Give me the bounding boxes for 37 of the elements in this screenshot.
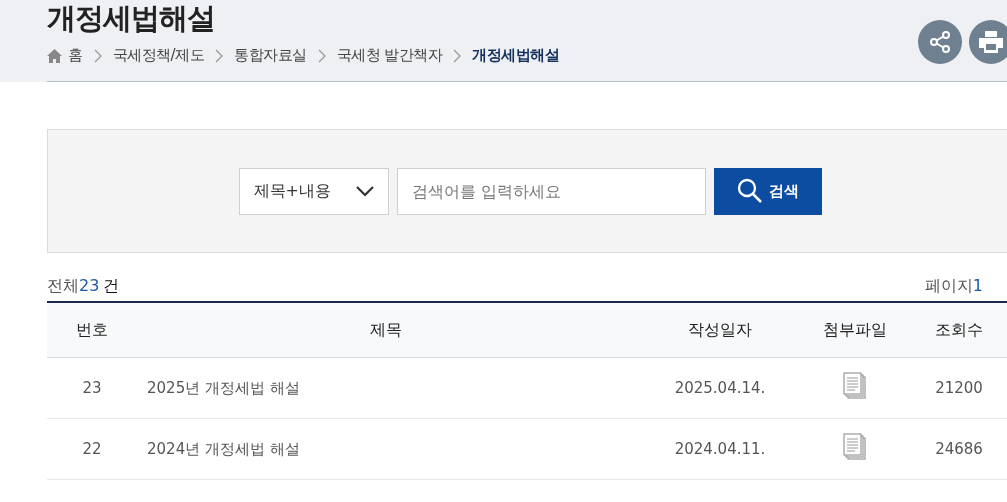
chevron-icon <box>453 48 462 63</box>
date-cell: 2025.04.14. <box>635 357 805 419</box>
page-indicator: 페이지1 <box>924 276 983 297</box>
title-link[interactable]: 2025년 개정세법 해설 <box>137 357 635 419</box>
document-icon[interactable] <box>843 372 867 400</box>
column-header: 첨부파일 <box>805 302 905 358</box>
document-icon[interactable] <box>843 433 867 461</box>
share-button[interactable] <box>918 20 962 64</box>
search-icon <box>736 178 763 204</box>
breadcrumb-item[interactable]: 개정세법해설 <box>472 46 560 65</box>
category-dropdown[interactable]: 제목+내용 <box>238 167 389 215</box>
column-header: 번호 <box>47 302 137 358</box>
number-cell: 22 <box>47 418 137 480</box>
search-field[interactable]: 검색어를 입력하세요 <box>396 167 706 215</box>
number-cell: 23 <box>47 357 137 419</box>
print-button[interactable] <box>969 20 1007 64</box>
views-cell: 21200 <box>905 357 1007 419</box>
search-button[interactable]: 검색 <box>713 167 822 215</box>
chevron-icon <box>215 48 224 63</box>
breadcrumb-item[interactable]: 국세정책/제도 <box>112 46 205 65</box>
home-icon <box>47 48 62 63</box>
column-header: 조회수 <box>905 302 1007 358</box>
chevron-icon <box>317 48 326 63</box>
chevron-down-icon <box>355 185 374 197</box>
breadcrumb-item[interactable]: 통합자료실 <box>234 46 307 65</box>
date-cell: 2024.04.11. <box>635 418 805 480</box>
page-title: 개정세법해설 <box>47 0 216 37</box>
share-icon <box>928 30 952 54</box>
printer-icon <box>979 31 1003 53</box>
breadcrumb-item[interactable]: 홈 <box>47 46 83 65</box>
column-header: 작성일자 <box>635 302 805 358</box>
total-count: 전체23 건 <box>47 276 120 297</box>
breadcrumb-item[interactable]: 국세청 발간책자 <box>336 46 443 65</box>
views-cell: 24686 <box>905 418 1007 480</box>
title-link[interactable]: 2024년 개정세법 해설 <box>137 418 635 480</box>
column-header: 제목 <box>137 302 635 358</box>
chevron-icon <box>93 48 102 63</box>
